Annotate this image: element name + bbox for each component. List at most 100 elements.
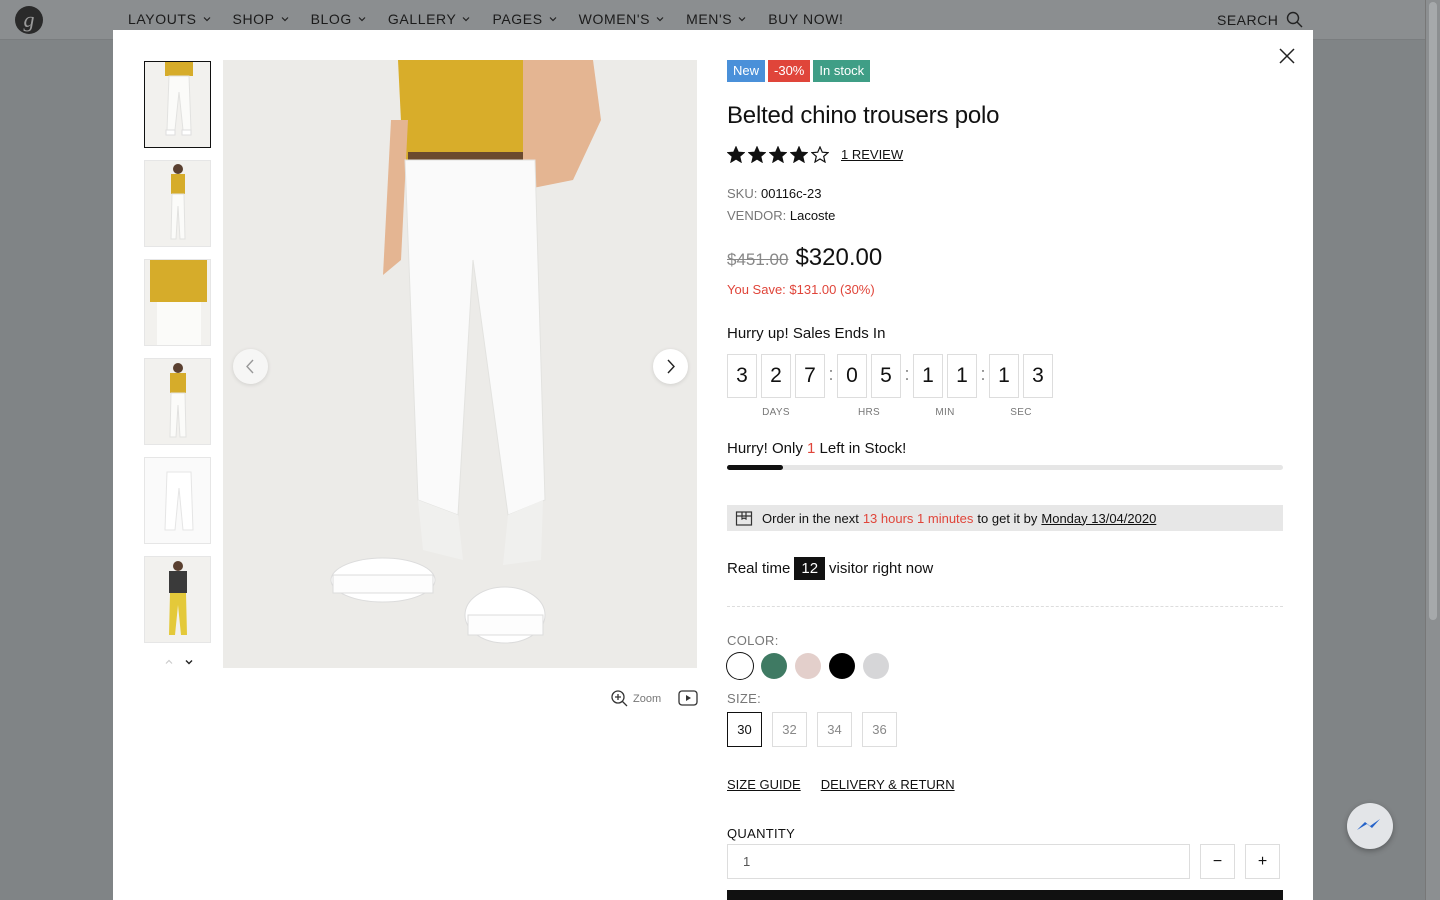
size-option-34[interactable]: 34 xyxy=(817,712,852,747)
nav-item-mens[interactable]: MEN'S xyxy=(686,11,746,27)
countdown-separator: : xyxy=(828,364,834,384)
messenger-icon xyxy=(1357,819,1380,830)
zoom-button[interactable]: Zoom xyxy=(611,690,661,707)
product-thumbnail-image xyxy=(145,557,210,642)
chevron-down-icon xyxy=(358,17,366,22)
badge-discount: -30% xyxy=(768,60,811,82)
nav-label: BLOG xyxy=(310,11,352,27)
sku-label: SKU: xyxy=(727,186,758,201)
nav-item-womens[interactable]: WOMEN'S xyxy=(579,11,664,27)
next-image-button[interactable] xyxy=(653,349,688,384)
chevron-down-icon xyxy=(549,17,557,22)
chevron-down-icon xyxy=(463,17,470,22)
color-swatch-green[interactable] xyxy=(761,653,787,679)
chevron-down-icon[interactable] xyxy=(185,658,193,666)
vendor-row: VENDOR: Lacoste xyxy=(727,205,1283,227)
countdown-label: DAYS xyxy=(762,407,790,418)
countdown-digit: 7 xyxy=(795,354,825,398)
visitors-suffix: visitor right now xyxy=(829,560,934,577)
countdown-digit: 2 xyxy=(761,354,791,398)
star-filled-icon xyxy=(769,146,787,163)
size-option-36[interactable]: 36 xyxy=(862,712,897,747)
nav-item-pages[interactable]: PAGES xyxy=(492,11,557,27)
thumbnail-3[interactable] xyxy=(144,259,211,346)
visitors-prefix: Real time xyxy=(727,560,791,577)
star-rating xyxy=(727,146,829,163)
chevron-down-icon xyxy=(281,17,289,22)
add-to-cart-button[interactable] xyxy=(727,890,1283,900)
thumbnail-6[interactable] xyxy=(144,556,211,643)
color-swatch-black[interactable] xyxy=(829,653,855,679)
chevron-down-icon xyxy=(656,17,664,22)
countdown-hours: 0 5 HRS xyxy=(837,354,901,418)
nav-label: MEN'S xyxy=(686,11,733,27)
countdown-label: MIN xyxy=(935,407,955,418)
chevron-right-icon xyxy=(667,359,675,374)
nav-item-shop[interactable]: SHOP xyxy=(233,11,289,27)
color-swatches xyxy=(727,653,1283,679)
sku-row: SKU: 00116c-23 xyxy=(727,183,1283,205)
vendor-label: VENDOR: xyxy=(727,208,787,223)
delivery-date: Monday 13/04/2020 xyxy=(1041,510,1157,526)
play-video-icon xyxy=(678,690,698,706)
thumbnail-1[interactable] xyxy=(144,61,211,148)
stock-progress-bar xyxy=(727,465,1283,470)
nav-label: GALLERY xyxy=(387,11,457,27)
color-swatch-pink[interactable] xyxy=(795,653,821,679)
thumbnail-4[interactable] xyxy=(144,358,211,445)
messenger-chat-button[interactable] xyxy=(1347,803,1393,849)
countdown-label: SEC xyxy=(1010,407,1032,418)
quantity-label: QUANTITY xyxy=(727,826,796,841)
quantity-decrease-button[interactable]: − xyxy=(1200,844,1235,879)
product-thumbnail-image xyxy=(145,62,210,147)
video-button[interactable] xyxy=(678,690,698,711)
site-logo[interactable]: g xyxy=(15,6,43,34)
size-option-32[interactable]: 32 xyxy=(772,712,807,747)
chevron-left-icon xyxy=(246,359,254,374)
nav-label: WOMEN'S xyxy=(578,11,651,27)
countdown-heading: Hurry up! Sales Ends In xyxy=(727,325,886,342)
size-guide-link[interactable]: SIZE GUIDE xyxy=(727,777,801,792)
size-option-30[interactable]: 30 xyxy=(727,712,762,747)
star-filled-icon xyxy=(790,146,808,163)
product-photo xyxy=(223,60,697,668)
main-product-image[interactable] xyxy=(223,60,697,668)
nav-item-blog[interactable]: BLOG xyxy=(311,11,366,27)
product-info: New -30% In stock Belted chino trousers … xyxy=(727,60,1283,879)
badge-new: New xyxy=(727,60,766,82)
visitor-count: 12 xyxy=(794,557,826,580)
thumbnail-5[interactable] xyxy=(144,457,211,544)
nav-item-layouts[interactable]: LAYOUTS xyxy=(128,11,211,27)
nav-item-gallery[interactable]: GALLERY xyxy=(388,11,471,27)
color-swatch-grey[interactable] xyxy=(863,653,889,679)
chevron-up-icon[interactable] xyxy=(165,658,173,666)
search-button[interactable]: SEARCH xyxy=(1217,11,1303,28)
badge-in-stock: In stock xyxy=(813,60,871,82)
stock-progress-fill xyxy=(727,465,783,470)
countdown-minutes: 1 1 MIN xyxy=(913,354,977,418)
stock-message: Hurry! Only 1 Left in Stock! xyxy=(727,440,1283,457)
color-swatch-white[interactable] xyxy=(727,653,753,679)
stock-suffix: Left in Stock! xyxy=(819,440,907,457)
thumbnail-2[interactable] xyxy=(144,160,211,247)
delivery-prefix: Order in the next xyxy=(762,510,859,526)
size-label: SIZE: xyxy=(727,691,762,706)
nav-item-buy-now[interactable]: BUY NOW! xyxy=(768,11,843,27)
size-options: 30 32 34 36 xyxy=(727,712,1283,747)
scrollbar-thumb[interactable] xyxy=(1429,2,1437,620)
countdown-digit: 5 xyxy=(871,354,901,398)
quantity-increase-button[interactable]: + xyxy=(1245,844,1280,879)
quantity-input[interactable]: 1 xyxy=(727,844,1190,879)
previous-image-button[interactable] xyxy=(233,349,268,384)
review-link[interactable]: 1 REVIEW xyxy=(841,147,903,162)
countdown-timer: 3 2 7 DAYS : 0 5 HRS : 1 1 MIN: 1 3 SEC xyxy=(727,354,1283,418)
product-meta: SKU: 00116c-23 VENDOR: Lacoste xyxy=(727,183,1283,227)
delivery-return-link[interactable]: DELIVERY & RETURN xyxy=(821,777,955,792)
old-price: $451.00 xyxy=(727,250,789,269)
thumbnail-nav xyxy=(165,658,193,666)
star-filled-icon xyxy=(748,146,766,163)
product-thumbnail-image xyxy=(145,458,210,543)
badge-list: New -30% In stock xyxy=(727,60,1283,82)
page-scrollbar[interactable] xyxy=(1425,0,1440,900)
countdown-digit: 1 xyxy=(913,354,943,398)
